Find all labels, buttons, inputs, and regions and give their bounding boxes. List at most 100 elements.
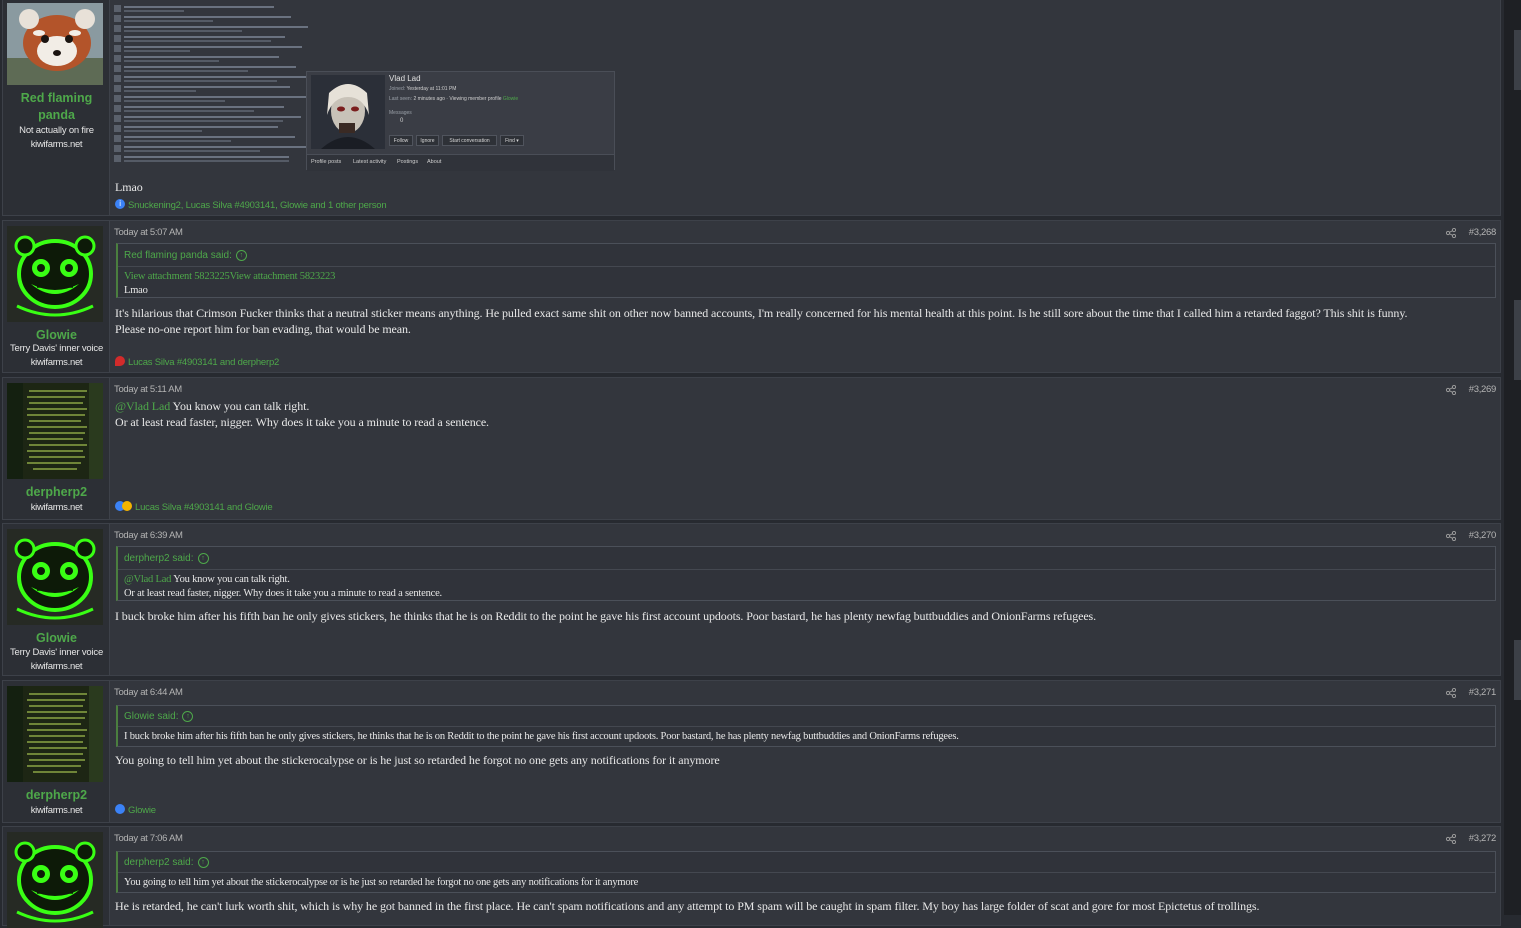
post-body-line: Please no-one report him for ban evading… (115, 322, 411, 336)
notification-row (114, 64, 304, 74)
post-number[interactable]: #3,272 (1469, 833, 1497, 844)
background-strip (1514, 640, 1521, 700)
notification-row (114, 124, 304, 134)
reactions-bar[interactable]: Glowie (115, 804, 156, 816)
post-date[interactable]: Today at 5:11 AM (114, 384, 182, 395)
background-strip (1514, 300, 1521, 380)
notification-row (114, 4, 304, 14)
profile-messages-label: Messages (389, 110, 412, 116)
avatar[interactable] (7, 226, 103, 322)
ignore-button: Ignore (416, 135, 439, 146)
notification-row (114, 14, 304, 24)
user-title: Terry Davis' inner voice (9, 343, 104, 354)
tab-about: About (427, 159, 442, 165)
notification-row (114, 24, 308, 34)
user-mention[interactable]: @Vlad Lad (124, 574, 171, 585)
notification-row (114, 84, 304, 94)
share-icon[interactable] (1446, 228, 1456, 238)
post-date[interactable]: Today at 5:07 AM (114, 227, 183, 238)
notification-row (114, 54, 304, 64)
arrow-up-icon[interactable]: ↑ (197, 553, 209, 564)
quote-text: @Vlad Lad You know you can talk right. (124, 574, 290, 585)
post-3272: Today at 7:06 AM #3,272 derpherp2 said: ↑… (2, 826, 1501, 926)
quote-text: Or at least read faster, nigger. Why doe… (124, 588, 442, 599)
post-date[interactable]: Today at 6:39 AM (114, 530, 183, 541)
user-title: Not actually on fire (19, 125, 94, 136)
username-link[interactable]: Red flaming panda (3, 90, 110, 124)
reactions-bar[interactable]: Lucas Silva #4903141 and derpherp2 (115, 356, 279, 368)
post-3269: derpherp2 kiwifarms.net Today at 5:11 AM… (2, 377, 1501, 520)
user-title: Terry Davis' inner voice (9, 647, 104, 658)
info-reaction-icon: i (115, 199, 125, 210)
profile-avatar (311, 75, 385, 149)
follow-button: Follow (389, 135, 413, 146)
profile-joined: Joined: Yesterday at 11:01 PM (389, 86, 457, 92)
username-link[interactable]: derpherp2 (3, 787, 110, 804)
arrow-up-icon[interactable]: ↑ (235, 250, 247, 261)
quote-block: Glowie said: ↑ I buck broke him after his… (116, 705, 1496, 747)
user-site: kiwifarms.net (30, 139, 83, 150)
avatar[interactable] (7, 686, 103, 782)
post-body: You going to tell him yet about the stic… (115, 753, 720, 767)
notification-row (114, 44, 304, 54)
notification-row (114, 104, 304, 114)
arrow-up-icon[interactable]: ↑ (182, 711, 194, 722)
post-main: Today at 7:06 AM #3,272 derpherp2 said: ↑… (114, 827, 1496, 925)
quote-divider (118, 726, 1495, 727)
post-user-panel (3, 827, 110, 925)
notification-row (114, 154, 304, 164)
avatar[interactable] (7, 3, 103, 85)
quote-block: derpherp2 said: ↑ @Vlad Lad You know you … (116, 546, 1496, 601)
laugh-reaction-icon (122, 501, 132, 512)
quote-block: Red flaming panda said: ↑ View attachment… (116, 243, 1496, 298)
notification-row (114, 114, 304, 124)
user-mention[interactable]: @Vlad Lad (115, 399, 170, 413)
post-date[interactable]: Today at 6:44 AM (114, 687, 183, 698)
post-body: I buck broke him after his fifth ban he … (115, 609, 1097, 623)
like-reaction-icon (115, 804, 125, 815)
post-main: Vlad Lad Joined: Yesterday at 11:01 PM L… (114, 0, 1496, 215)
reactions-bar[interactable]: i Snuckening2, Lucas Silva #4903141, Glow… (115, 199, 387, 211)
post-number[interactable]: #3,269 (1469, 384, 1497, 395)
post-user-panel: derpherp2 kiwifarms.net (3, 681, 110, 822)
share-icon[interactable] (1446, 531, 1456, 541)
quote-author[interactable]: derpherp2 said: ↑ (124, 857, 209, 868)
post-number[interactable]: #3,268 (1469, 227, 1497, 238)
quote-author[interactable]: Red flaming panda said: ↑ (124, 250, 247, 261)
user-site: kiwifarms.net (30, 357, 83, 368)
share-icon[interactable] (1446, 834, 1456, 844)
quote-text: Lmao (124, 285, 148, 296)
avatar[interactable] (7, 529, 103, 625)
username-link[interactable]: derpherp2 (3, 484, 110, 501)
avatar[interactable] (7, 383, 103, 479)
post-number[interactable]: #3,271 (1469, 687, 1497, 698)
arrow-up-icon[interactable]: ↑ (197, 857, 209, 868)
attachment-image-profile-card[interactable]: Vlad Lad Joined: Yesterday at 11:01 PM L… (306, 71, 615, 171)
notification-row (114, 144, 312, 154)
post-main: Today at 6:39 AM #3,270 derpherp2 said: ↑… (114, 524, 1496, 675)
user-site: kiwifarms.net (30, 502, 83, 513)
post-body-line: It's hilarious that Crimson Fucker think… (115, 306, 1408, 320)
username-link[interactable]: Glowie (3, 630, 110, 647)
reactions-bar[interactable]: Lucas Silva #4903141 and Glowie (115, 501, 273, 513)
post-user-panel: derpherp2 kiwifarms.net (3, 378, 110, 519)
tab-latest-activity: Latest activity (353, 159, 387, 165)
profile-tabs: Profile posts Latest activity Postings A… (307, 154, 614, 171)
attachment-image-notifications[interactable] (114, 4, 313, 166)
avatar[interactable] (7, 832, 103, 928)
share-icon[interactable] (1446, 385, 1456, 395)
share-icon[interactable] (1446, 688, 1456, 698)
quote-author[interactable]: derpherp2 said: ↑ (124, 553, 209, 564)
quote-author[interactable]: Glowie said: ↑ (124, 711, 194, 722)
page-scroll-edge[interactable] (1504, 0, 1521, 915)
post-user-panel: Red flaming panda Not actually on fire k… (3, 0, 110, 215)
post-date[interactable]: Today at 7:06 AM (114, 833, 183, 844)
quote-divider (118, 872, 1495, 873)
quote-block: derpherp2 said: ↑ You going to tell him y… (116, 851, 1496, 893)
quote-attachments[interactable]: View attachment 5823225View attachment 5… (124, 270, 1489, 284)
user-site: kiwifarms.net (30, 805, 83, 816)
quote-divider (118, 266, 1495, 267)
quote-text: You going to tell him yet about the stic… (124, 877, 639, 888)
post-number[interactable]: #3,270 (1469, 530, 1497, 541)
post-user-panel: Glowie Terry Davis' inner voice kiwifarm… (3, 221, 110, 372)
